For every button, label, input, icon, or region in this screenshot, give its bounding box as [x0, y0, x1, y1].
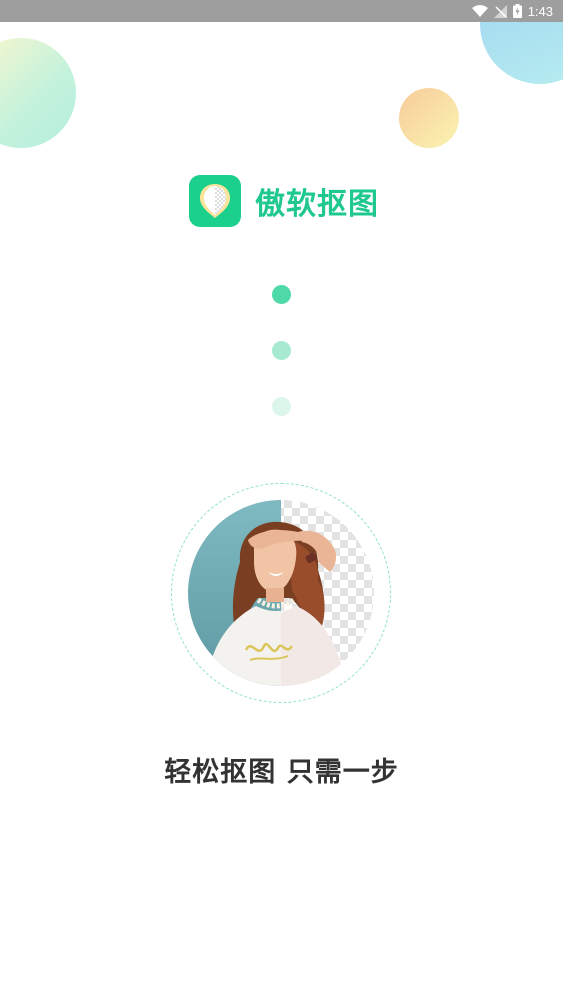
decor-bubble-left	[0, 38, 76, 148]
loading-dot-1	[272, 285, 291, 304]
loading-dot-2	[272, 341, 291, 360]
brand-header: 傲软抠图	[189, 175, 379, 227]
battery-charging-icon	[512, 4, 522, 18]
slogan-text: 轻松抠图 只需一步	[164, 757, 399, 788]
no-signal-icon	[493, 4, 507, 18]
wifi-icon	[471, 5, 488, 17]
loading-dot-3	[272, 397, 291, 416]
clock-time: 1:43	[527, 3, 553, 19]
app-logo-icon	[189, 175, 241, 227]
app-name: 傲软抠图	[255, 187, 379, 222]
splash-screen: 1:43 傲软抠图 轻松抠图 只需一步	[0, 0, 563, 1002]
status-icons: 1:43	[471, 0, 553, 22]
status-bar: 1:43	[0, 0, 563, 22]
person-cutout-photo	[188, 500, 374, 686]
decor-bubble-orange	[399, 88, 459, 148]
